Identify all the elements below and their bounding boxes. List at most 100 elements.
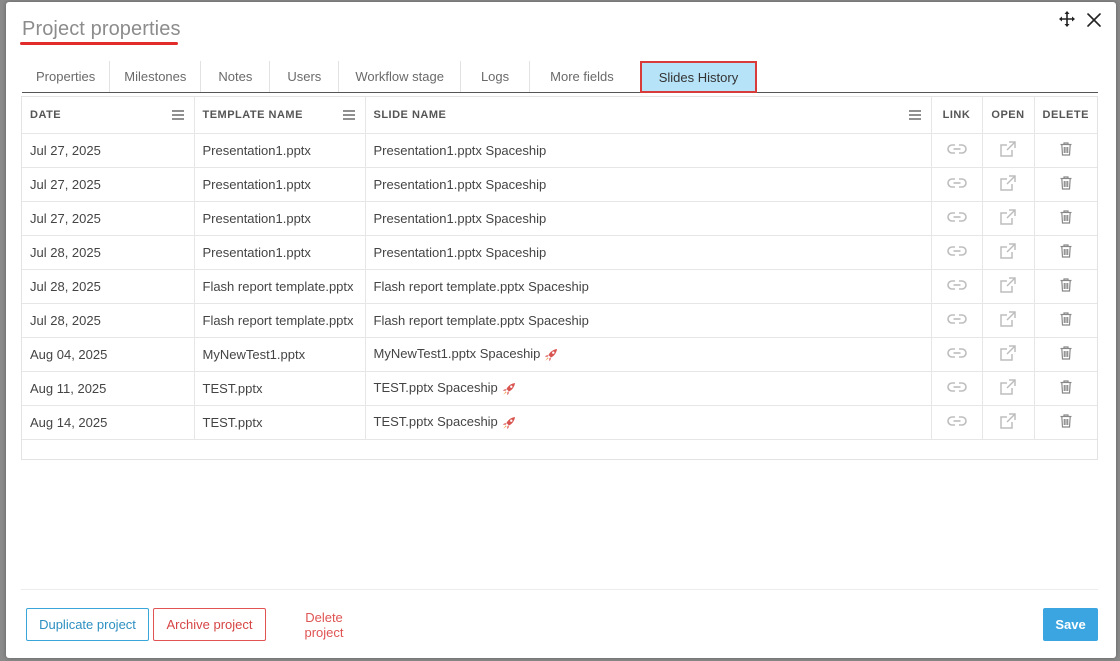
trash-icon[interactable] [1060,243,1072,261]
trash-icon[interactable] [1060,141,1072,159]
table-row[interactable]: Aug 04, 2025 MyNewTest1.pptx MyNewTest1.pp… [22,337,1097,372]
trash-icon[interactable] [1060,277,1072,295]
table-row[interactable]: Jul 28, 2025 Flash report template.pptx Fl… [22,303,1097,338]
tab-more-fields[interactable]: More fields [530,61,634,92]
slide-name-text: Flash report template.pptx Spaceship [373,312,589,328]
external-link-icon[interactable] [999,378,1017,399]
cell-link [931,269,983,304]
cell-template-name: Presentation1.pptx [194,235,366,270]
table-row[interactable]: Aug 14, 2025 TEST.pptx TEST.pptx Spaceship [22,405,1097,440]
column-header-slide-name[interactable]: SLIDE NAME [365,97,932,134]
table-row[interactable]: Aug 11, 2025 TEST.pptx TEST.pptx Spaceship [22,371,1097,406]
column-header-template-name[interactable]: TEMPLATE NAME [194,97,366,134]
cell-delete [1034,133,1097,168]
column-menu-icon[interactable] [342,110,355,120]
external-link-icon[interactable] [999,412,1017,433]
cell-delete [1034,167,1097,202]
tab-workflow-stage[interactable]: Workflow stage [339,61,461,92]
cell-open [982,167,1035,202]
external-link-icon[interactable] [999,310,1017,331]
cell-slide-name: MyNewTest1.pptx Spaceship [365,337,932,372]
cell-link [931,235,983,270]
tab-users[interactable]: Users [270,61,340,92]
archive-project-button[interactable]: Archive project [153,608,266,641]
link-icon[interactable] [946,143,967,158]
cell-link [931,201,983,236]
move-icon[interactable] [1059,11,1075,27]
column-header-date-label: DATE [30,108,62,121]
tab-slides-history[interactable]: Slides History [639,61,758,93]
link-icon[interactable] [946,211,967,226]
column-menu-icon[interactable] [908,110,921,120]
cell-delete [1034,201,1097,236]
trash-icon[interactable] [1060,345,1072,363]
external-link-icon[interactable] [999,174,1017,195]
link-icon[interactable] [946,347,967,362]
link-icon[interactable] [946,381,967,396]
external-link-icon[interactable] [999,242,1017,263]
cell-link [931,167,983,202]
dialog-title: Project properties [22,18,181,40]
trash-icon[interactable] [1060,311,1072,329]
table-row[interactable]: Jul 28, 2025 Presentation1.pptx Presentati… [22,235,1097,270]
cell-open [982,303,1035,338]
tab-bar: Properties Milestones Notes Users Workfl… [22,61,1098,93]
cell-slide-name: TEST.pptx Spaceship [365,405,932,440]
cell-open [982,337,1035,372]
link-icon[interactable] [946,415,967,430]
cell-open [982,269,1035,304]
header-row: DATE TEMPLATE NAME SLIDE NAME LINK OPEN … [22,97,1097,134]
rocket-icon [545,348,558,361]
rocket-icon [502,382,515,395]
close-icon[interactable] [1086,12,1102,28]
external-link-icon[interactable] [999,344,1017,365]
link-icon[interactable] [946,279,967,294]
save-button[interactable]: Save [1043,608,1098,641]
column-header-date[interactable]: DATE [22,97,195,134]
cell-slide-name: TEST.pptx Spaceship [365,371,932,406]
trash-icon[interactable] [1060,379,1072,397]
cell-slide-name: Presentation1.pptx Spaceship [365,235,932,270]
delete-project-button[interactable]: Delete project [274,608,374,641]
column-menu-icon[interactable] [171,110,184,120]
trash-icon[interactable] [1060,175,1072,193]
external-link-icon[interactable] [999,276,1017,297]
cell-template-name: TEST.pptx [194,405,366,440]
link-icon[interactable] [946,245,967,260]
column-header-slide-label: SLIDE NAME [373,108,447,121]
table-row[interactable]: Jul 28, 2025 Flash report template.pptx Fl… [22,269,1097,304]
cell-date: Jul 28, 2025 [22,269,195,304]
link-icon[interactable] [946,177,967,192]
table-row[interactable]: Jul 27, 2025 Presentation1.pptx Presentati… [22,201,1097,236]
tab-notes[interactable]: Notes [201,61,271,92]
cell-template-name: Flash report template.pptx [194,269,366,304]
cell-template-name: MyNewTest1.pptx [194,337,366,372]
cell-open [982,371,1035,406]
trash-icon[interactable] [1060,209,1072,227]
cell-open [982,405,1035,440]
external-link-icon[interactable] [999,140,1017,161]
slide-name-text: Presentation1.pptx Spaceship [373,210,547,226]
cell-template-name: Presentation1.pptx [194,133,366,168]
cell-delete [1034,371,1097,406]
duplicate-project-button[interactable]: Duplicate project [26,608,149,641]
slide-name-text: TEST.pptx Spaceship [373,414,498,430]
tab-logs[interactable]: Logs [461,61,531,92]
cell-slide-name: Presentation1.pptx Spaceship [365,167,932,202]
tab-properties[interactable]: Properties [22,61,111,92]
trash-icon[interactable] [1060,413,1072,431]
cell-delete [1034,269,1097,304]
column-header-delete: DELETE [1034,97,1097,134]
link-icon[interactable] [946,313,967,328]
table-row[interactable]: Jul 27, 2025 Presentation1.pptx Presentati… [22,167,1097,202]
external-link-icon[interactable] [999,208,1017,229]
title-underline [20,42,178,45]
cell-link [931,371,983,406]
rocket-icon [502,416,515,429]
slide-name-text: Flash report template.pptx Spaceship [373,278,589,294]
cell-link [931,303,983,338]
cell-delete [1034,235,1097,270]
table-row[interactable]: Jul 27, 2025 Presentation1.pptx Presentati… [22,133,1097,168]
tab-milestones[interactable]: Milestones [110,61,202,92]
cell-delete [1034,303,1097,338]
